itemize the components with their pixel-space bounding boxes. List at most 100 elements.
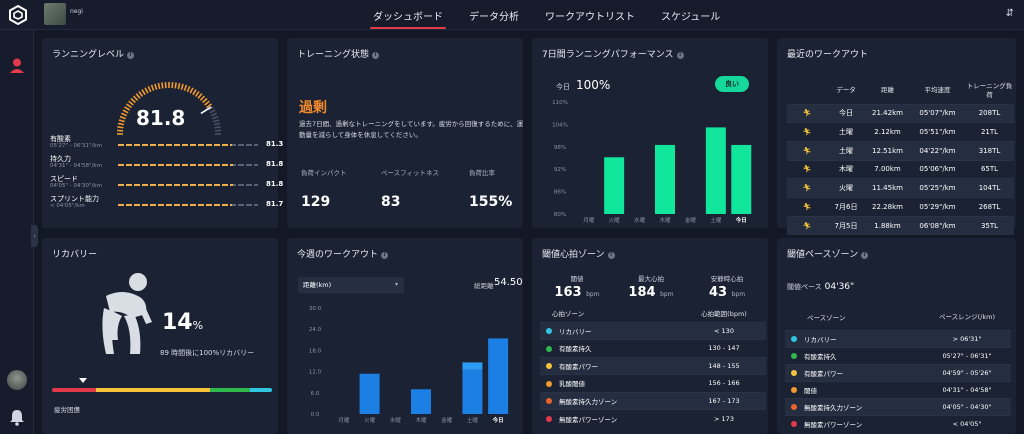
bell-icon[interactable] <box>9 408 25 426</box>
table-row[interactable]: 🏃︎ 土曜 2.12km 05'51"/km 21TL <box>787 122 1014 142</box>
top-bar: negi ダッシュボード データ分析 ワークアウトリスト スケジュール ⇵ <box>0 0 1024 30</box>
gauge-tick <box>199 95 206 101</box>
zone-row: 無酸素パワーゾーン < 04'05" <box>785 414 1011 432</box>
user-avatar[interactable] <box>44 3 66 25</box>
gauge-tick <box>210 112 218 117</box>
y-tick-label: 24.0 <box>309 327 322 333</box>
info-icon[interactable]: i <box>372 52 380 59</box>
x-tick-label: 月曜 <box>583 217 595 224</box>
table-cell: 05'06"/km <box>910 159 965 179</box>
info-icon[interactable]: i <box>861 252 869 259</box>
recovery-percent: 14% <box>162 310 204 335</box>
level-item-fill <box>118 184 233 186</box>
zone-row: 無酸素持久力ゾーン 04'05" - 04'30" <box>785 397 1011 415</box>
table-row[interactable]: 🏃︎ 火曜 11.45km 05'25"/km 104TL <box>787 178 1014 198</box>
y-tick-label: 110% <box>552 100 568 106</box>
y-tick-label: 98% <box>554 145 566 151</box>
gauge-tick <box>213 122 221 126</box>
table-cell: 268TL <box>965 196 1014 217</box>
info-icon[interactable]: i <box>607 252 615 259</box>
col-header-date: データ <box>836 86 856 95</box>
level-item: スプリント能力 < 04'05"/km 81.7 <box>50 194 284 212</box>
zone-color-dot <box>791 370 797 376</box>
sort-icon[interactable]: ⇵ <box>1006 8 1014 19</box>
zone-range: < 04'05" <box>923 414 1011 432</box>
level-item-value: 81.7 <box>266 200 284 208</box>
tab-schedule[interactable]: スケジュール <box>648 0 733 30</box>
table-cell: 土曜 <box>827 140 865 161</box>
running-icon: 🏃︎ <box>802 165 812 174</box>
gauge-tick <box>209 109 216 114</box>
level-item-fill <box>118 164 233 166</box>
recovery-status: 疲労困憊 <box>54 406 80 414</box>
bar <box>604 157 625 214</box>
table-row[interactable]: 🏃︎ 7月6日 22.28km 05'29"/km 268TL <box>787 196 1014 217</box>
weekly-workout-card: 今週のワークアウト i 距離(km) ▾ 総距離 54.50 30.0 24.0 18.… <box>287 238 523 434</box>
zone-row: 閾値 04'31" - 04'58" <box>785 380 1011 398</box>
zone-color-dot <box>546 398 552 405</box>
bar <box>411 389 431 414</box>
table-row[interactable]: 🏃︎ 7月5日 1.88km 06'08"/km 35TL <box>787 215 1014 235</box>
zone-row: 有酸素パワー 04'59" - 05'26" <box>785 363 1011 381</box>
app-logo-icon[interactable] <box>8 5 28 25</box>
col-header-hr-zone: 心拍ゾーン <box>552 309 585 318</box>
gauge-tick <box>204 100 210 106</box>
x-tick-label: 火曜 <box>364 417 376 424</box>
gauge-tick <box>214 126 221 129</box>
x-tick-label: 木曜 <box>415 416 427 424</box>
zone-color-dot <box>546 416 552 422</box>
y-tick-label: 30.0 <box>309 306 322 312</box>
zone-name: 無酸素パワーゾーン <box>804 420 863 429</box>
y-tick-label: 0.0 <box>311 412 320 418</box>
table-cell: 05'29"/km <box>910 196 965 217</box>
table-row[interactable]: 🏃︎ 今日 21.42km 05'07"/km 208TL <box>787 103 1014 123</box>
pace-zone-card: 閾値ペースゾーン i 閾値ペース 04'36" ペースゾーン ペースレンジ(/km)… <box>777 238 1016 434</box>
col-header-distance: 距離 <box>881 86 894 95</box>
running-icon: 🏃︎ <box>802 202 812 211</box>
table-row[interactable]: 🏃︎ 土曜 12.51km 04'22"/km 318TL <box>787 140 1014 161</box>
level-item: 有酸素 05'27" - 06'31"/km 81.3 <box>50 134 284 152</box>
zone-color-dot <box>546 380 552 387</box>
card-title: 閾値ペースゾーン i <box>787 247 869 260</box>
bar <box>359 373 380 414</box>
table-row[interactable]: 🏃︎ 木曜 7.00km 05'06"/km 65TL <box>787 159 1014 179</box>
table-cell: 2.12km <box>865 122 910 142</box>
level-item-value: 81.8 <box>266 160 284 168</box>
bar <box>462 362 483 370</box>
y-tick-label: 92% <box>554 167 566 173</box>
level-item-bar <box>118 184 258 186</box>
tab-workout-list[interactable]: ワークアウトリスト <box>532 0 648 30</box>
zone-color-dot <box>791 404 797 410</box>
info-icon[interactable]: i <box>127 52 135 59</box>
running-icon: 🏃︎ <box>802 146 812 155</box>
table-cell: 104TL <box>965 178 1014 198</box>
tab-dashboard[interactable]: ダッシュボード <box>360 0 456 30</box>
gauge-tick <box>117 126 124 129</box>
tab-data-analysis[interactable]: データ分析 <box>456 0 532 30</box>
card-title: 閾値心拍ゾーン i <box>542 247 615 260</box>
bar <box>488 338 509 414</box>
col-header-hr-range: 心拍範囲(bpm) <box>701 309 747 318</box>
gauge-tick <box>180 83 184 90</box>
user-icon[interactable] <box>8 57 26 75</box>
zone-row: 無酸素持久力ゾーン 167 - 173 <box>540 391 766 410</box>
table-cell: 65TL <box>965 159 1014 179</box>
running-icon: 🏃︎ <box>802 221 812 230</box>
card-title: ランニングレベル i <box>52 47 135 60</box>
gauge-tick <box>118 119 125 123</box>
zone-name: 無酸素パワーゾーン <box>559 415 618 424</box>
card-title: 最近のワークアウト <box>787 50 869 60</box>
gauge-tick <box>144 87 149 94</box>
sidebar-toggle-icon[interactable]: › <box>31 225 38 247</box>
level-item-value: 81.8 <box>266 180 284 188</box>
level-item-value: 81.3 <box>266 140 284 148</box>
metric-load-ratio: 負荷比率 155% <box>469 169 513 210</box>
zone-name: 有酸素パワー <box>559 362 598 371</box>
sidebar-avatar[interactable] <box>7 370 27 390</box>
table-cell: 05'51"/km <box>910 122 965 142</box>
bar <box>731 144 752 214</box>
zone-row: 有酸素持久 05'27" - 06'31" <box>785 346 1011 364</box>
gauge-tick <box>119 115 126 120</box>
level-item-fill <box>118 204 233 206</box>
gauge-tick <box>132 95 139 101</box>
